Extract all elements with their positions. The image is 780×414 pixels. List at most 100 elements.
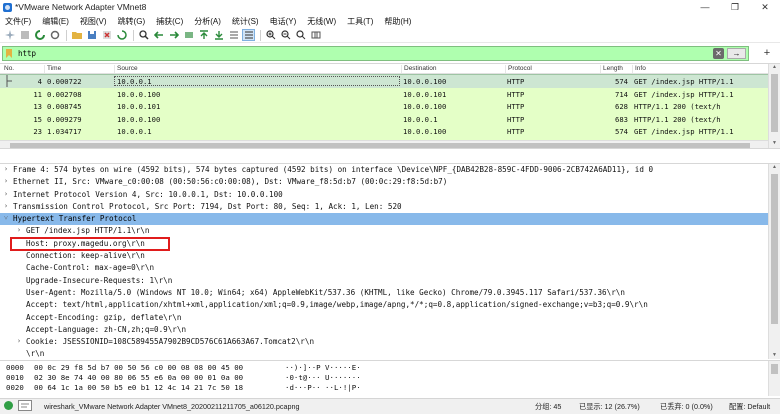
go-first-icon[interactable] xyxy=(197,29,210,41)
menu-statistics[interactable]: 统计(S) xyxy=(227,16,265,27)
hscrollbar-thumb[interactable] xyxy=(10,143,750,148)
collapsed-arrow-icon[interactable]: › xyxy=(2,165,10,173)
minimize-button[interactable]: — xyxy=(690,0,720,14)
menu-wireless[interactable]: 无线(W) xyxy=(302,16,342,27)
packet-bytes-pane: 0000 00 0c 29 f8 5d b7 00 50 56 c0 00 08 … xyxy=(0,360,780,396)
zoom-out-icon[interactable] xyxy=(279,29,292,41)
scroll-down-icon[interactable]: ▼ xyxy=(769,352,780,359)
detail-tree-item[interactable]: Accept: text/html,application/xhtml+xml,… xyxy=(0,299,780,311)
detail-tree-item[interactable]: › Internet Protocol Version 4, Src: 10.0.… xyxy=(0,189,780,201)
close-file-icon[interactable] xyxy=(100,29,113,41)
collapsed-arrow-icon[interactable]: › xyxy=(15,226,23,234)
detail-tree-item[interactable]: › Frame 4: 574 bytes on wire (4592 bits),… xyxy=(0,164,780,176)
column-info[interactable]: Info xyxy=(632,65,646,73)
menu-go[interactable]: 跳转(G) xyxy=(113,16,152,27)
autoscroll-icon[interactable] xyxy=(227,29,240,41)
bytes-row[interactable]: 0010 02 30 8e 74 40 00 80 06 55 e6 0a 00 … xyxy=(0,372,780,382)
packet-row[interactable]: 11 0.002708 10.0.0.100 10.0.0.101 HTTP 714 GET… xyxy=(0,87,768,100)
bytes-row[interactable]: 0020 00 64 1c 1a 00 50 b5 e0 b1 12 4c 14 … xyxy=(0,382,780,392)
detail-tree-item[interactable]: ˅ Hypertext Transfer Protocol xyxy=(0,213,780,226)
column-source[interactable]: Source xyxy=(114,65,138,73)
restart-capture-icon[interactable] xyxy=(33,29,46,41)
packet-row[interactable]: 4 0.000722 10.0.0.1 10.0.0.100 HTTP 574 GET /i… xyxy=(0,74,769,89)
scroll-down-icon[interactable]: ▼ xyxy=(769,140,780,148)
capture-options-icon[interactable] xyxy=(48,29,61,41)
detail-tree-item[interactable]: › GET /index.jsp HTTP/1.1\r\n xyxy=(0,225,780,237)
packet-cell-len: 683 xyxy=(615,114,628,124)
packet-cell-info: GET /index.jsp HTTP/1.1 xyxy=(634,89,734,99)
detail-tree-item[interactable]: › Ethernet II, Src: VMware_c0:00:08 (00:5… xyxy=(0,176,780,188)
clear-filter-button[interactable]: ✕ xyxy=(713,48,724,59)
menu-telephony[interactable]: 电话(Y) xyxy=(265,16,303,27)
details-scrollbar[interactable]: ▲ ▼ xyxy=(768,164,780,359)
detail-tree-item[interactable]: Accept-Language: zh-CN,zh;q=0.9\r\n xyxy=(0,324,780,336)
scroll-up-icon[interactable]: ▲ xyxy=(769,164,780,172)
apply-filter-button[interactable]: → xyxy=(727,48,746,59)
detail-tree-item[interactable]: › Transmission Control Protocol, Src Port… xyxy=(0,201,780,213)
column-time[interactable]: Time xyxy=(44,65,61,73)
menu-view[interactable]: 视图(V) xyxy=(75,16,113,27)
packet-row[interactable]: 13 0.008745 10.0.0.101 10.0.0.100 HTTP 628 HTT… xyxy=(0,100,768,113)
maximize-button[interactable]: ❐ xyxy=(720,0,750,14)
detail-tree-item[interactable]: \r\n xyxy=(0,348,780,359)
detail-tree-item[interactable]: User-Agent: Mozilla/5.0 (Windows NT 10.0… xyxy=(0,287,780,299)
capture-file-name: wireshark_VMware Network Adapter VMnet8_… xyxy=(44,402,300,411)
display-filter-input[interactable] xyxy=(15,47,705,60)
expanded-arrow-icon[interactable]: ˅ xyxy=(2,214,10,222)
scrollbar-thumb[interactable] xyxy=(771,174,778,324)
colorize-icon[interactable] xyxy=(242,29,255,41)
go-last-icon[interactable] xyxy=(212,29,225,41)
open-file-icon[interactable] xyxy=(70,29,83,41)
go-to-packet-icon[interactable] xyxy=(182,29,195,41)
bytes-hex: 02 30 8e 74 40 00 80 06 55 e6 0a 00 00 0… xyxy=(34,373,244,382)
packet-cell-proto: HTTP xyxy=(507,127,525,136)
column-length[interactable]: Length xyxy=(600,65,623,73)
expert-info-icon[interactable] xyxy=(4,401,13,412)
column-protocol[interactable]: Protocol xyxy=(505,65,532,73)
reload-icon[interactable] xyxy=(115,29,128,41)
packet-cell-src: 10.0.0.1 xyxy=(117,127,152,136)
scrollbar-thumb[interactable] xyxy=(771,74,778,132)
stop-capture-icon[interactable] xyxy=(18,29,31,41)
collapsed-arrow-icon[interactable]: › xyxy=(2,202,10,210)
packet-cell-info: HTTP/1.1 200 (text/h xyxy=(634,102,721,111)
save-file-icon[interactable] xyxy=(85,29,98,41)
scroll-up-icon[interactable]: ▲ xyxy=(769,64,780,72)
bytes-scrollbar[interactable] xyxy=(768,361,780,396)
menu-tools[interactable]: 工具(T) xyxy=(342,16,379,27)
close-button[interactable]: ✕ xyxy=(750,0,780,14)
zoom-in-icon[interactable] xyxy=(264,29,277,41)
add-filter-button[interactable]: + xyxy=(760,47,774,60)
go-back-icon[interactable] xyxy=(152,29,165,41)
packet-list-hscrollbar[interactable] xyxy=(0,140,768,148)
menu-edit[interactable]: 编辑(E) xyxy=(37,16,75,27)
scrollbar-thumb[interactable] xyxy=(771,364,778,374)
collapsed-arrow-icon[interactable]: › xyxy=(2,177,10,185)
menu-file[interactable]: 文件(F) xyxy=(0,16,37,27)
collapsed-arrow-icon[interactable]: › xyxy=(15,337,23,345)
menu-capture[interactable]: 捕获(C) xyxy=(151,16,189,27)
detail-tree-item[interactable]: › Cookie: JSESSIONID=108C589455A7902B9CD5… xyxy=(0,336,780,348)
detail-tree-item[interactable]: Cache-Control: max-age=0\r\n xyxy=(0,262,780,274)
normal-size-icon[interactable] xyxy=(294,29,307,41)
detail-tree-item[interactable]: Connection: keep-alive\r\n xyxy=(0,250,780,262)
column-destination[interactable]: Destination xyxy=(401,65,437,73)
bytes-row[interactable]: 0000 00 0c 29 f8 5d b7 00 50 56 c0 00 08 … xyxy=(0,362,780,372)
packet-list-scrollbar[interactable]: ▲ ▼ xyxy=(768,64,780,148)
detail-tree-item[interactable]: Accept-Encoding: gzip, deflate\r\n xyxy=(0,312,780,324)
menu-help[interactable]: 帮助(H) xyxy=(379,16,417,27)
bookmark-icon[interactable] xyxy=(3,47,15,60)
find-packet-icon[interactable] xyxy=(137,29,150,41)
menu-analyze[interactable]: 分析(A) xyxy=(189,16,227,27)
collapsed-arrow-icon[interactable]: › xyxy=(2,190,10,198)
resize-columns-icon[interactable] xyxy=(309,29,322,41)
go-forward-icon[interactable] xyxy=(167,29,180,41)
packet-row[interactable]: 23 1.034717 10.0.0.1 10.0.0.100 HTTP 574 GET /… xyxy=(0,125,768,138)
detail-tree-item[interactable]: Upgrade-Insecure-Requests: 1\r\n xyxy=(0,275,780,287)
capture-comment-icon[interactable] xyxy=(18,400,32,413)
column-no[interactable]: No. xyxy=(2,65,14,73)
profile-label[interactable]: 配置: Default xyxy=(729,402,770,412)
packet-row[interactable]: 15 0.009279 10.0.0.100 10.0.0.1 HTTP 683 HTTP/… xyxy=(0,112,768,125)
packet-list-header: No. Time Source Destination Protocol Len… xyxy=(0,64,768,74)
start-capture-icon[interactable] xyxy=(3,29,16,41)
